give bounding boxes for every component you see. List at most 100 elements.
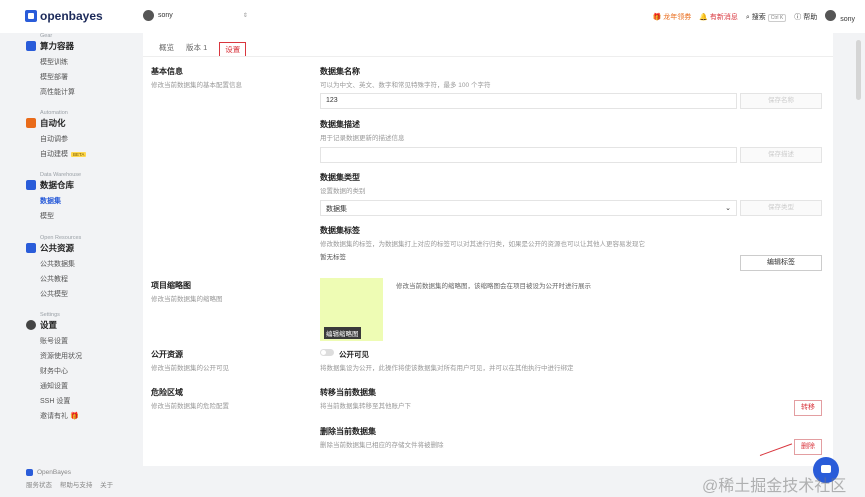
sidebar-item-notifications[interactable]: 通知设置 [40,381,82,391]
gift-icon: 🎁 [69,413,79,420]
tab-bar: 概览 版本 1 设置 [159,42,247,57]
search-shortcut: Ctrl K [767,13,787,22]
sidebar-item-deployment[interactable]: 模型部署 [40,72,75,82]
edit-tags-button[interactable]: 编辑标签 [740,255,822,271]
sidebar-item-public-datasets[interactable]: 公共数据集 [40,259,81,269]
promo-link[interactable]: 🎁 龙年领券 [653,12,692,22]
public-info: 将数据集设为公开，此操作将使该数据集对所有用户可见，并可以在其他执行中进行绑定 [320,365,574,372]
automation-icon [26,118,36,128]
sidebar-item-training[interactable]: 模型训练 [40,57,75,67]
top-bar: openbayes sony ⇕ 🎁 龙年领券 🔔 有新消息 ⌕ 搜索 Ctrl… [0,0,865,33]
sidebar-item-public-tutorials[interactable]: 公共教程 [40,274,81,284]
footer-brand: OpenBayes [26,469,119,476]
tab-version[interactable]: 版本 1 [186,42,207,57]
help-button[interactable]: ⓘ 帮助 [794,12,817,22]
sidebar-item-autotune[interactable]: 自动调参 [40,134,86,144]
beta-badge: BETA [71,152,87,157]
tab-settings[interactable]: 设置 [219,42,247,57]
brand-logo[interactable]: openbayes [25,9,103,23]
sidebar-item-models[interactable]: 模型 [40,211,81,221]
footer-link-help[interactable]: 帮助与支持 [60,482,93,489]
edit-thumbnail-button[interactable]: 编辑缩略图 [324,327,361,339]
dataset-name-input[interactable]: 123 [320,93,737,109]
help-label: 帮助 [803,13,818,21]
public-toggle-label: 公开可见 [339,350,369,359]
tab-overview[interactable]: 概览 [159,42,174,57]
thumbnail-title: 项目缩略图 [151,281,191,290]
section-title[interactable]: 自动化 [26,117,86,129]
account-menu[interactable]: sony [825,10,855,23]
sidebar-item-public-models[interactable]: 公共模型 [40,289,81,299]
section-title[interactable]: 数据仓库 [26,179,81,191]
save-name-button[interactable]: 保存名称 [740,93,822,109]
save-type-button[interactable]: 保存类型 [740,200,822,216]
dataset-desc-title: 数据集描述 [320,120,360,129]
sidebar-section-automation: Automation 自动化 自动调参 自动建模 BETA [26,110,87,159]
transfer-desc: 将当前数据集转移至其他账户下 [320,403,411,410]
delete-desc: 删除当前数据集已相应的存储文件将被删除 [320,442,444,449]
sidebar-item-ssh[interactable]: SSH 设置 [40,396,82,406]
invite-label: 邀请有礼 [40,413,68,420]
news-link[interactable]: 🔔 有新消息 [699,12,738,22]
dataset-type-select[interactable]: 数据集 ⌄ [320,200,737,216]
settings-gear-icon [26,320,36,330]
transfer-button[interactable]: 转移 [794,400,822,416]
dataset-tags-title: 数据集标签 [320,226,360,235]
save-desc-button[interactable]: 保存描述 [740,147,822,163]
workspace-user: sony [158,12,173,19]
dataset-type-title: 数据集类型 [320,173,360,182]
sidebar-item-invite[interactable]: 邀请有礼 🎁 [40,411,82,421]
page-scrollbar[interactable] [856,40,861,100]
workspace-selector[interactable]: sony ⇕ [143,10,248,21]
sidebar-item-datasets[interactable]: 数据集 [40,196,81,206]
sidebar-item-account[interactable]: 账号设置 [40,336,82,346]
footer-link-status[interactable]: 服务状态 [26,482,52,489]
delete-button[interactable]: 删除 [794,439,822,455]
automodel-label: 自动建模 [40,151,68,158]
help-icon: ⓘ [794,13,802,21]
footer-link-about[interactable]: 关于 [100,482,113,489]
sidebar-section-settings: Settings 设置 账号设置 资源使用状况 财务中心 通知设置 SSH 设置… [26,312,82,421]
sidebar-item-hpc[interactable]: 高性能计算 [40,87,75,97]
chevron-down-icon: ⌄ [725,205,731,212]
dataset-type-desc: 设置数据的类别 [320,188,366,195]
section-title[interactable]: 公共资源 [26,242,81,254]
transfer-title: 转移当前数据集 [320,388,376,397]
section-en-label: Settings [40,312,60,318]
public-toggle[interactable] [320,349,334,356]
globe-icon [26,243,36,253]
thumbnail-desc: 修改当前数据集的缩略图 [151,296,223,303]
dataset-desc-input[interactable] [320,147,737,163]
thumbnail-info: 修改当前数据集的缩略图，该缩略图会在项目被设为公开时进行展示 [396,283,591,290]
danger-zone-title: 危险区域 [151,388,183,397]
settings-panel: 概览 版本 1 设置 基本信息 修改当前数据集的基本配置信息 数据集名称 可以为… [143,33,833,466]
section-en-label: Automation [40,110,68,116]
promo-label: 龙年领券 [663,13,692,21]
sidebar-item-finance[interactable]: 财务中心 [40,366,82,376]
delete-title: 删除当前数据集 [320,427,376,436]
search-label: 搜索 [751,13,766,21]
user-avatar-icon [143,10,154,21]
section-title-text: 公共资源 [40,243,75,253]
public-desc: 修改当前数据集的公开可见 [151,365,229,372]
dataset-type-value: 数据集 [326,206,347,213]
section-title-text: 设置 [40,320,58,330]
sidebar-item-usage[interactable]: 资源使用状况 [40,351,82,361]
basic-info-title: 基本信息 [151,67,183,76]
search-button[interactable]: ⌕ 搜索 Ctrl K [746,12,787,22]
dataset-desc-desc: 用于记录数据更新的描述信息 [320,135,405,142]
sidebar-section-gear: Gear 算力容器 模型训练 模型部署 高性能计算 [26,33,75,97]
section-title-text: 自动化 [40,118,66,128]
section-title-text: 算力容器 [40,41,75,51]
sidebar-section-data: Data Warehouse 数据仓库 数据集 模型 [26,172,81,221]
footer-links: 服务状态 帮助与支持 关于 [26,479,119,489]
news-label: 有新消息 [709,13,738,21]
section-en-label: Gear [40,33,53,39]
public-title: 公开资源 [151,350,183,359]
dataset-name-title: 数据集名称 [320,67,360,76]
section-title-text: 数据仓库 [40,180,75,190]
section-title[interactable]: 设置 [26,319,82,331]
sidebar-item-automodel[interactable]: 自动建模 BETA [40,149,87,159]
section-title[interactable]: 算力容器 [26,40,75,52]
tab-divider [143,56,833,57]
